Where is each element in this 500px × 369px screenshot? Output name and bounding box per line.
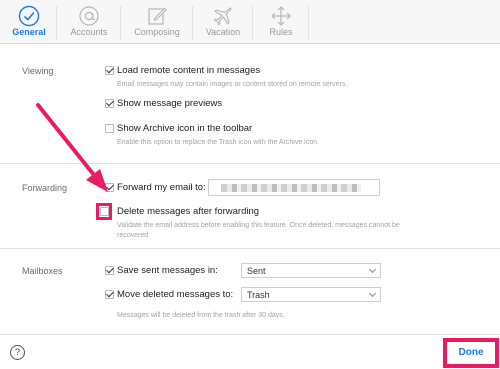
pointer-arrow-icon [36,103,108,192]
